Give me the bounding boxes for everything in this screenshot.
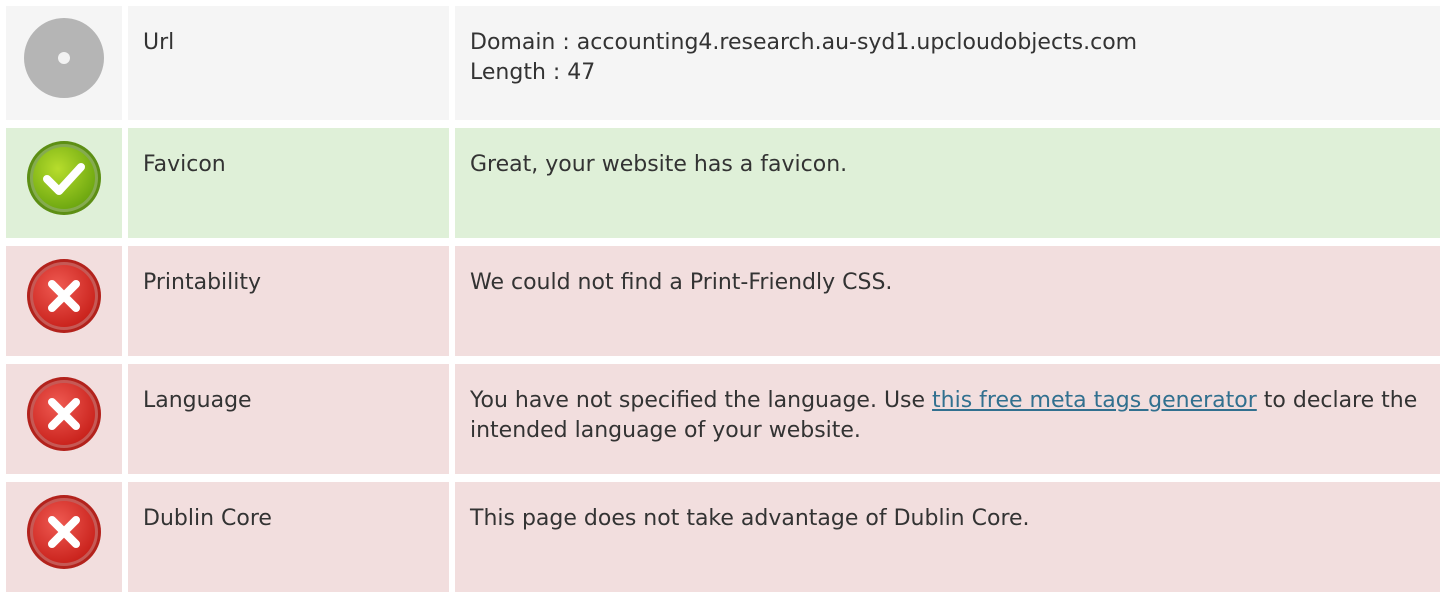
- seo-report-table: Url Domain : accounting4.research.au-syd…: [6, 6, 1440, 600]
- status-cell: [6, 128, 122, 238]
- row-value: We could not find a Print-Friendly CSS.: [455, 246, 1440, 356]
- row-label: Printability: [128, 246, 449, 356]
- report-row-url: Url Domain : accounting4.research.au-syd…: [6, 6, 1440, 120]
- red-x-icon: [25, 375, 103, 474]
- status-cell: [6, 482, 122, 592]
- status-cell: [6, 246, 122, 356]
- report-row-favicon: Favicon Great, your website has a favico…: [6, 128, 1440, 238]
- report-row-language: Language You have not specified the lang…: [6, 364, 1440, 474]
- row-label: Url: [128, 6, 449, 120]
- red-x-icon: [25, 257, 103, 356]
- green-check-icon: [25, 139, 103, 238]
- meta-tags-generator-link[interactable]: this free meta tags generator: [932, 388, 1257, 413]
- status-cell: [6, 6, 122, 120]
- row-value: Great, your website has a favicon.: [455, 128, 1440, 238]
- report-row-printability: Printability We could not find a Print-F…: [6, 246, 1440, 356]
- length-text: Length : 47: [470, 60, 596, 85]
- red-x-icon: [25, 493, 103, 592]
- status-cell: [6, 364, 122, 474]
- row-label: Dublin Core: [128, 482, 449, 592]
- row-value: Domain : accounting4.research.au-syd1.up…: [455, 6, 1440, 120]
- row-value: You have not specified the language. Use…: [455, 364, 1440, 474]
- grey-circle-icon: [23, 17, 105, 120]
- row-value: This page does not take advantage of Dub…: [455, 482, 1440, 592]
- report-row-dublin-core: Dublin Core This page does not take adva…: [6, 482, 1440, 592]
- language-text-before: You have not specified the language. Use: [470, 388, 933, 413]
- row-label: Language: [128, 364, 449, 474]
- row-label: Favicon: [128, 128, 449, 238]
- domain-text: Domain : accounting4.research.au-syd1.up…: [470, 30, 1138, 55]
